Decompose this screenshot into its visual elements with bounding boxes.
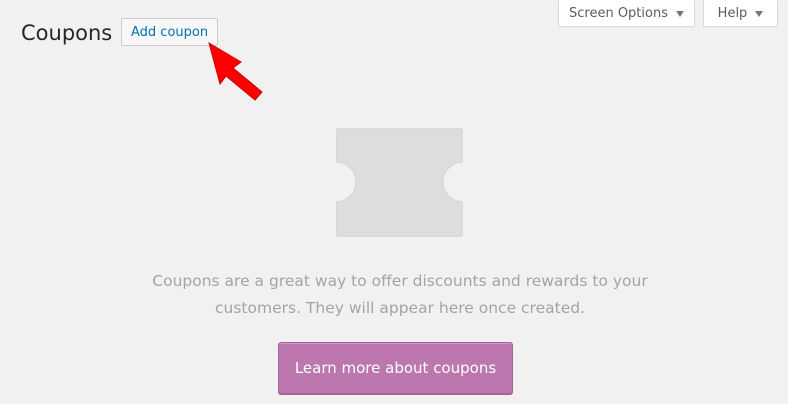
learn-more-coupons-button[interactable]: Learn more about coupons xyxy=(278,342,513,394)
page-title: Coupons xyxy=(21,21,113,45)
caret-down-icon xyxy=(755,10,764,17)
caret-down-icon xyxy=(676,10,684,17)
help-button[interactable]: Help xyxy=(703,0,778,27)
blank-state-message: Coupons are a great way to offer discoun… xyxy=(150,268,650,322)
help-label: Help xyxy=(717,5,748,21)
red-arrow-icon xyxy=(208,41,263,101)
screen-options-button[interactable]: Screen Options xyxy=(558,0,695,27)
coupon-ticket-icon xyxy=(336,128,463,237)
screen-options-label: Screen Options xyxy=(569,5,668,21)
blank-state-message-line2: customers. They will appear here once cr… xyxy=(215,299,585,317)
blank-state-message-line1: Coupons are a great way to offer discoun… xyxy=(152,272,648,290)
